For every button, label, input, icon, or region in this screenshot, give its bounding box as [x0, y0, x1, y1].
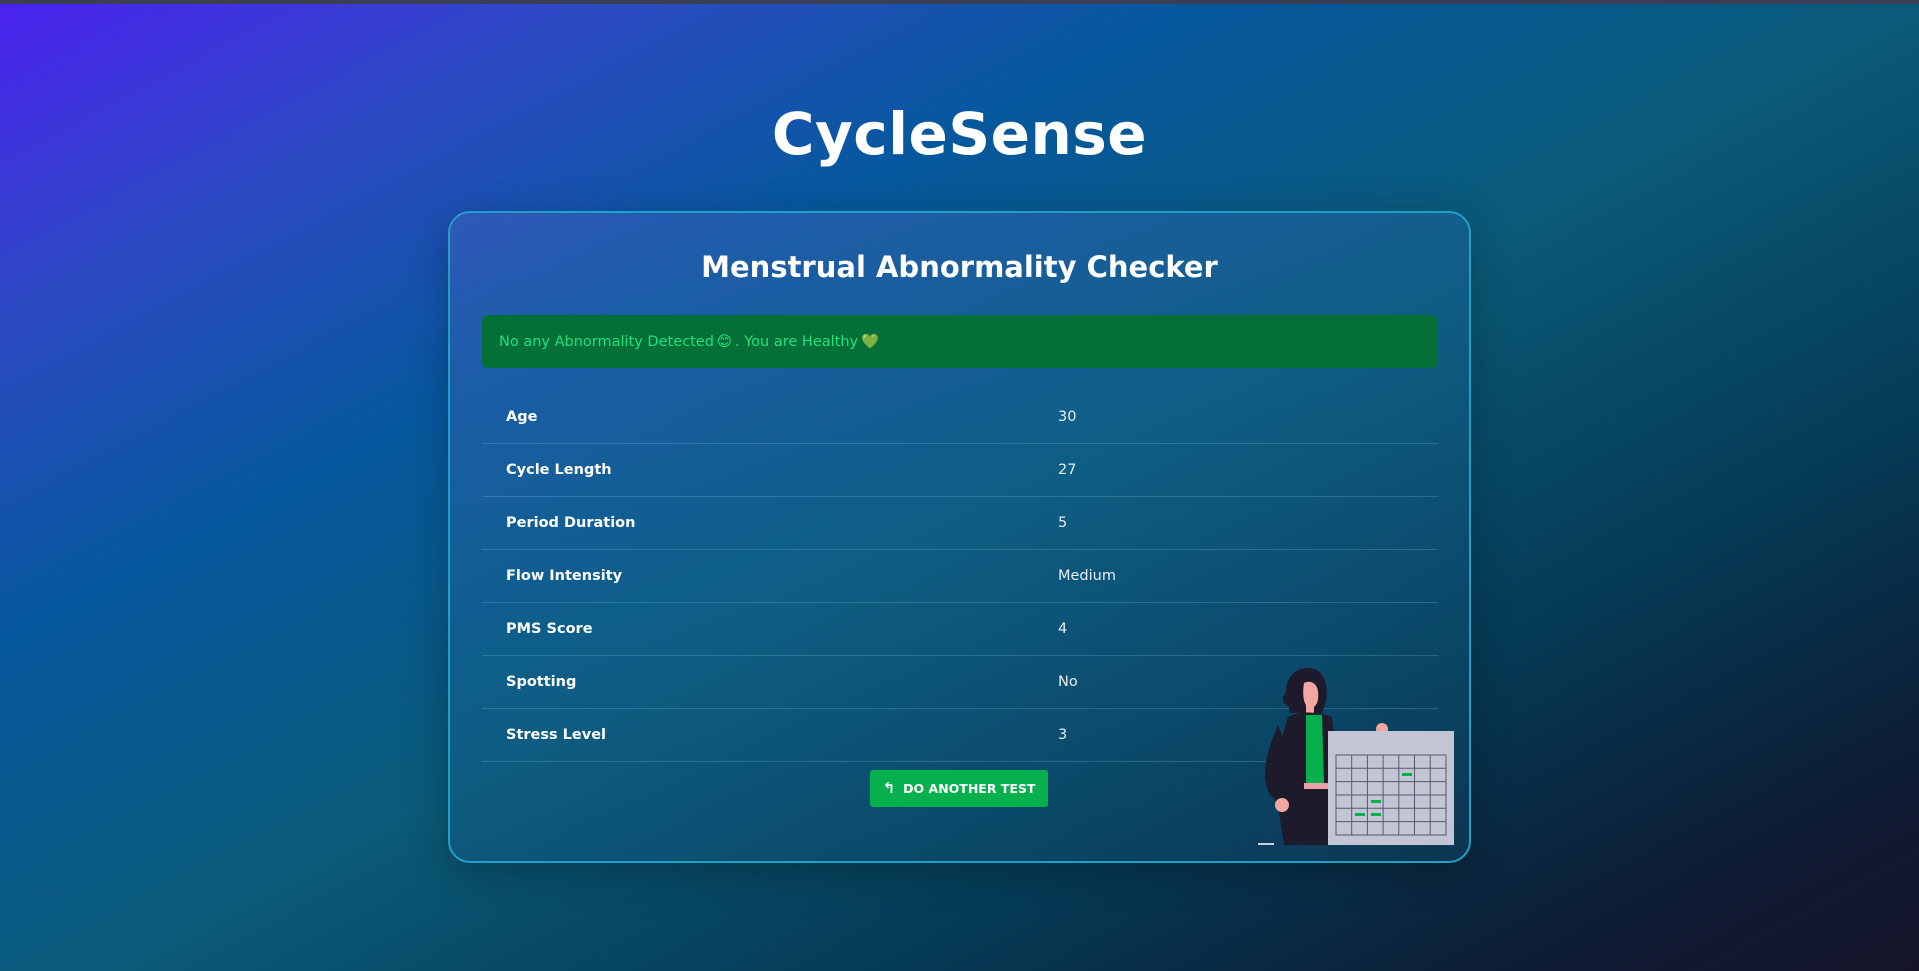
table-row: Period Duration 5 — [482, 497, 1438, 550]
row-label: Cycle Length — [506, 462, 612, 478]
row-label: Spotting — [506, 674, 577, 690]
row-value: 3 — [1058, 727, 1068, 743]
top-border — [0, 0, 1919, 4]
undo-arrow-icon: ↰ — [882, 779, 896, 797]
row-label: Flow Intensity — [506, 568, 623, 584]
green-heart-icon: 💚 — [861, 334, 880, 350]
table-row: Flow Intensity Medium — [482, 550, 1438, 603]
alert-text-healthy: . You are Healthy — [735, 333, 859, 350]
row-label: Age — [506, 409, 538, 425]
row-label: Stress Level — [506, 727, 606, 743]
woman-with-calendar-illustration — [1258, 668, 1454, 845]
smile-emoji-icon: 😊 — [716, 333, 733, 350]
row-value: Medium — [1058, 568, 1116, 584]
button-label: Do another test — [903, 781, 1036, 796]
table-row: PMS Score 4 — [482, 603, 1438, 656]
row-value: 30 — [1058, 409, 1077, 425]
row-value: 27 — [1058, 462, 1077, 478]
row-label: Period Duration — [506, 515, 636, 531]
row-value: No — [1058, 674, 1078, 690]
app-title: CycleSense — [771, 100, 1148, 168]
table-row: Age 30 — [482, 391, 1438, 444]
row-value: 4 — [1058, 621, 1068, 637]
card-title: Menstrual Abnormality Checker — [701, 250, 1218, 284]
row-value: 5 — [1058, 515, 1068, 531]
do-another-test-button[interactable]: ↰ Do another test — [870, 770, 1048, 807]
table-row: Cycle Length 27 — [482, 444, 1438, 497]
result-alert: No any Abnormality Detected 😊 . You are … — [482, 315, 1438, 368]
alert-text: No any Abnormality Detected — [499, 333, 714, 350]
row-label: PMS Score — [506, 621, 593, 637]
